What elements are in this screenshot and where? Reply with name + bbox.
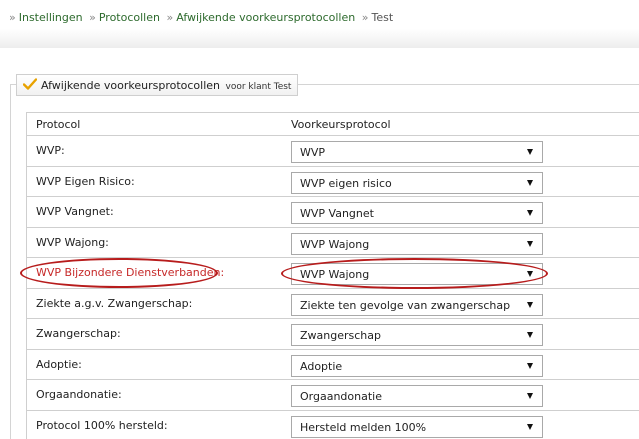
protocol-label: Protocol 100% hersteld: [36,418,168,432]
voorkeursprotocol-select[interactable]: Zwangerschap [291,324,543,346]
table-row: WVP Vangnet: WVP Vangnet [27,197,639,228]
breadcrumb-current: Test [371,11,394,24]
protocol-label: Ziekte a.g.v. Zwangerschap: [36,296,193,310]
panel-subtitle: voor klant Test [225,82,292,92]
table-row: Ziekte a.g.v. Zwangerschap: Ziekte ten ge… [27,289,639,319]
panel-title: Afwijkende voorkeursprotocollen [41,79,221,92]
breadcrumb-afwijkende[interactable]: Afwijkende voorkeursprotocollen [176,11,355,24]
protocol-label: WVP Vangnet: [36,205,114,218]
highlight-ellipse-select [281,258,548,289]
select-value: Hersteld melden 100% [300,420,427,434]
table-row: WVP Eigen Risico: WVP eigen risico [27,167,639,197]
dropdown-arrow-icon[interactable] [527,301,533,308]
table-row: WVP: WVP [27,136,639,167]
highlight-ellipse-label [20,258,218,288]
protocol-label: Adoptie: [36,357,82,371]
dropdown-arrow-icon[interactable] [527,393,533,399]
breadcrumb-protocollen[interactable]: Protocollen [99,11,160,24]
breadcrumb-separator: » [361,11,369,24]
breadcrumb-separator: » [9,11,16,24]
table-row: Zwangerschap: Zwangerschap [27,319,639,350]
select-value: WVP [300,146,326,159]
select-value: Ziekte ten gevolge van zwangerschap [300,298,511,312]
voorkeursprotocol-select[interactable]: Adoptie [291,354,543,377]
dropdown-arrow-icon[interactable] [527,240,533,247]
select-value: Orgaandonatie [300,390,382,403]
dropdown-arrow-icon[interactable] [527,149,533,155]
protocol-label: WVP Wajong: [36,235,109,249]
dropdown-arrow-icon[interactable] [527,332,533,338]
dropdown-arrow-icon[interactable] [527,210,533,216]
dropdown-arrow-icon[interactable] [527,423,533,430]
protocol-label: Orgaandonatie: [36,388,122,401]
breadcrumb: » Instellingen » Protocollen » Afwijkende v… [0,0,639,48]
voorkeursprotocol-select[interactable]: Ziekte ten gevolge van zwangerschap [291,293,543,316]
select-value: Adoptie [300,359,343,373]
table-row: Adoptie: Adoptie [27,350,639,380]
table-row: Protocol 100% hersteld: Hersteld melden 1… [27,411,639,439]
protocol-label: Zwangerschap: [36,327,121,340]
select-value: Zwangerschap [300,329,381,342]
table-row: Orgaandonatie: Orgaandonatie [27,380,639,411]
voorkeursprotocol-select[interactable]: Orgaandonatie [291,385,543,407]
checkmark-icon [23,78,37,90]
protocol-label: WVP Eigen Risico: [36,174,135,188]
select-value: WVP Vangnet [300,207,374,220]
breadcrumb-separator: » [89,11,96,24]
table-header: Protocol Voorkeursprotocol [27,113,639,136]
column-header-voorkeursprotocol: Voorkeursprotocol [291,118,391,131]
panel-header: Afwijkende voorkeursprotocollen voor kla… [16,74,299,96]
voorkeursprotocol-select[interactable]: WVP [291,141,543,163]
select-value: WVP eigen risico [300,176,392,190]
select-value: WVP Wajong [300,237,370,251]
breadcrumb-separator: » [166,11,174,24]
breadcrumb-instellingen[interactable]: Instellingen [19,11,83,24]
voorkeursprotocol-select[interactable]: WVP Wajong [291,232,543,255]
voorkeursprotocol-select[interactable]: WVP eigen risico [291,171,543,194]
column-header-protocol: Protocol [36,118,81,131]
voorkeursprotocol-select[interactable]: Hersteld melden 100% [291,415,543,438]
voorkeursprotocol-select[interactable]: WVP Vangnet [291,202,543,224]
dropdown-arrow-icon[interactable] [527,362,533,369]
protocol-label: WVP: [36,144,65,157]
dropdown-arrow-icon[interactable] [527,179,533,186]
table-row: WVP Wajong: WVP Wajong [27,228,639,258]
